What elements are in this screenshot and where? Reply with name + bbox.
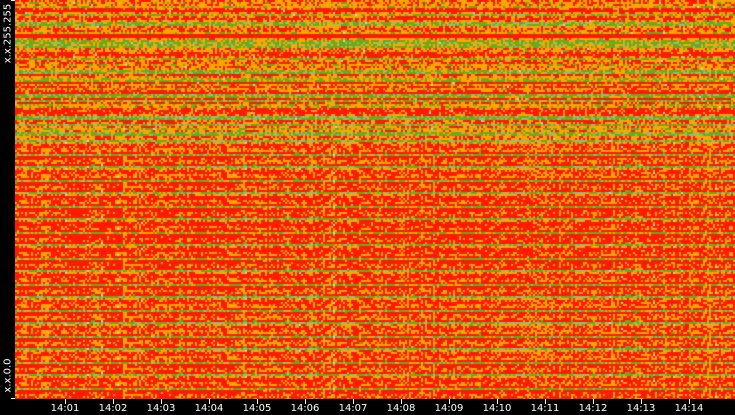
x-tick-label: 14:13 xyxy=(626,403,656,414)
y-tick-top xyxy=(11,0,15,1)
x-tick-label: 14:08 xyxy=(386,403,416,414)
x-tick-label: 14:10 xyxy=(482,403,512,414)
x-tick-label: 14:14 xyxy=(674,403,704,414)
heatmap-chart: x.x.255.255 x.x.0.0 14:01 14:02 14:03 14:04… xyxy=(0,0,735,415)
heatmap-canvas xyxy=(15,0,735,399)
x-tick-label: 14:03 xyxy=(146,403,176,414)
y-label-bottom: x.x.0.0 xyxy=(2,358,14,393)
x-tick-label: 14:09 xyxy=(434,403,464,414)
x-tick-label: 14:02 xyxy=(98,403,128,414)
x-tick-label: 14:11 xyxy=(530,403,560,414)
x-tick-label: 14:12 xyxy=(578,403,608,414)
x-tick-label: 14:07 xyxy=(338,403,368,414)
y-label-top: x.x.255.255 xyxy=(2,3,14,64)
x-tick-label: 14:04 xyxy=(194,403,224,414)
x-tick-label: 14:05 xyxy=(242,403,272,414)
x-tick-label: 14:06 xyxy=(290,403,320,414)
x-tick-label: 14:01 xyxy=(50,403,80,414)
